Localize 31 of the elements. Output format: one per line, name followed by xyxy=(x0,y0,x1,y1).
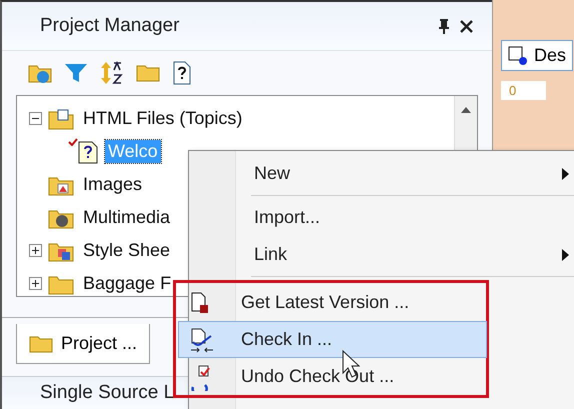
folder-icon xyxy=(29,334,53,352)
tree-item[interactable]: Images xyxy=(80,173,146,196)
tree-item[interactable]: HTML Files (Topics) xyxy=(80,107,246,130)
menu-item[interactable]: Get Latest Version ... xyxy=(178,284,487,321)
submenu-arrow-icon xyxy=(562,248,569,260)
help-page-icon xyxy=(77,140,99,164)
check-in-icon xyxy=(189,328,215,354)
design-button[interactable]: Des xyxy=(501,40,574,71)
shape-icon xyxy=(508,46,528,66)
filter-icon[interactable] xyxy=(64,62,88,84)
tree-item[interactable]: Multimedia xyxy=(80,206,174,229)
menu-item[interactable]: Import... xyxy=(191,199,574,236)
sort-icon[interactable] xyxy=(100,61,124,85)
submenu-arrow-icon xyxy=(562,168,569,180)
ruler: 0 xyxy=(501,81,546,100)
tree-item[interactable]: Baggage F xyxy=(80,272,174,295)
menu-item[interactable]: Check In ... xyxy=(178,321,487,358)
collapse-toggle[interactable] xyxy=(29,112,42,125)
document-lock-icon xyxy=(189,291,211,315)
menu-item[interactable]: New xyxy=(191,155,574,192)
panel-title: Project Manager xyxy=(40,15,180,37)
tree-item[interactable]: Style Shee xyxy=(80,239,174,262)
expand-toggle[interactable] xyxy=(29,244,42,257)
folder-icon[interactable] xyxy=(136,63,160,83)
project-tab[interactable]: Project ... xyxy=(16,324,150,364)
help-page-icon[interactable] xyxy=(172,61,192,85)
scroll-up-icon[interactable] xyxy=(461,106,471,114)
menu-item[interactable]: Link xyxy=(191,236,574,273)
panel-title: Single Source L xyxy=(40,382,174,404)
expand-toggle[interactable] xyxy=(29,277,42,290)
folder-icon xyxy=(48,108,74,130)
